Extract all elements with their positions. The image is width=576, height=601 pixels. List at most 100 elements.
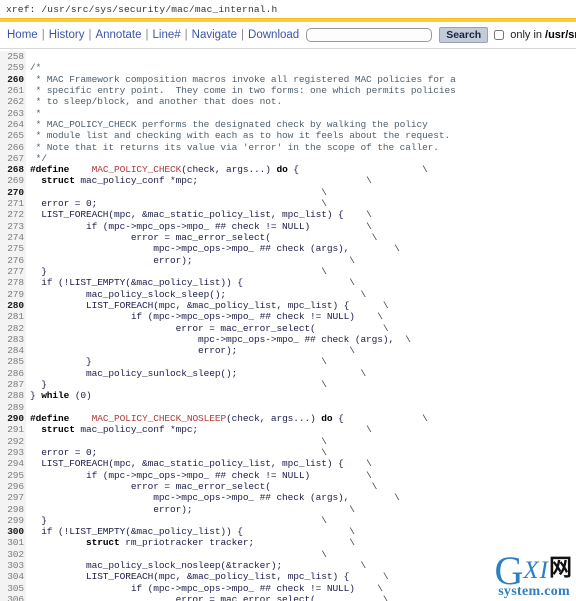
code-token-sym[interactable] xyxy=(92,356,322,367)
line-number[interactable]: 270 xyxy=(0,186,26,199)
line-number[interactable]: 287 xyxy=(0,379,26,391)
code-token-sym[interactable]: (check, args...) xyxy=(181,164,276,175)
code-token-sym[interactable] xyxy=(243,526,349,537)
code-token-sym[interactable]: error); xyxy=(30,504,192,515)
code-token-sym[interactable] xyxy=(271,481,372,492)
line-number[interactable]: 291 xyxy=(0,424,26,436)
code-token-sym[interactable] xyxy=(355,583,377,594)
line-number[interactable]: 264 xyxy=(0,118,26,131)
code-token-sym[interactable]: mac_policy_conf *mpc; xyxy=(75,175,198,186)
code-token-sym[interactable]: rm_priotracker tracker; xyxy=(120,537,254,548)
code-token-sym[interactable]: mpc->mpc_ops->mpo_ ## check (args), xyxy=(30,492,349,503)
code-token-sym[interactable] xyxy=(344,209,366,220)
menu-link-annotate[interactable]: Annotate xyxy=(94,29,142,41)
code-token-sym[interactable]: } xyxy=(30,515,47,526)
line-number[interactable]: 275 xyxy=(0,243,26,255)
code-token-sym[interactable] xyxy=(30,187,321,198)
code-token-sym[interactable]: { xyxy=(332,413,344,424)
code-token-sym[interactable] xyxy=(30,549,321,560)
line-number[interactable]: 297 xyxy=(0,492,26,504)
code-token-sym[interactable] xyxy=(254,537,349,548)
search-button[interactable]: Search xyxy=(439,27,489,43)
line-number[interactable]: 289 xyxy=(0,401,26,413)
code-token-sym[interactable] xyxy=(349,300,383,311)
line-number[interactable]: 262 xyxy=(0,96,26,108)
line-number[interactable]: 266 xyxy=(0,141,26,153)
line-number[interactable]: 285 xyxy=(0,356,26,368)
line-number[interactable]: 292 xyxy=(0,435,26,447)
line-number[interactable]: 282 xyxy=(0,322,26,334)
line-number[interactable]: 284 xyxy=(0,345,26,357)
menu-link-navigate[interactable]: Navigate xyxy=(191,29,238,41)
menu-link-line-number[interactable]: Line# xyxy=(152,29,182,41)
code-token-sym[interactable] xyxy=(271,232,372,243)
code-token-sym[interactable]: error = 0; xyxy=(30,447,97,458)
code-token-sym[interactable]: if (mpc->mpc_ops->mpo_ ## check != NULL) xyxy=(30,221,310,232)
code-token-sym[interactable]: mpc->mpc_ops->mpo_ ## check (args), xyxy=(30,243,349,254)
code-token-sym[interactable]: } xyxy=(30,379,47,390)
code-token-sym[interactable] xyxy=(237,368,360,379)
line-number[interactable]: 259 xyxy=(0,62,26,74)
code-token-sym[interactable] xyxy=(237,345,349,356)
code-token-sym[interactable]: if (mpc->mpc_ops->mpo_ ## check != NULL) xyxy=(30,583,355,594)
code-token-sym[interactable] xyxy=(30,175,41,186)
code-token-sym[interactable]: mac_policy_conf *mpc; xyxy=(75,424,198,435)
line-number[interactable]: 260 xyxy=(0,73,26,85)
code-token-sym[interactable] xyxy=(198,424,366,435)
code-token-sym[interactable] xyxy=(226,289,360,300)
code-token-sym[interactable] xyxy=(299,164,422,175)
code-token-sym[interactable] xyxy=(355,311,377,322)
code-token-sym[interactable]: error); xyxy=(30,255,192,266)
code-token-sym[interactable]: LIST_FOREACH(mpc, &mac_static_policy_lis… xyxy=(30,209,344,220)
line-number[interactable]: 304 xyxy=(0,571,26,583)
code-token-sym[interactable]: { xyxy=(288,164,299,175)
line-number[interactable]: 288 xyxy=(0,390,26,402)
code-token-sym[interactable]: mac_policy_slock_sleep(); xyxy=(30,289,226,300)
code-token-sym[interactable]: error = mac_error_select( xyxy=(30,232,271,243)
code-token-sym[interactable]: mac_policy_slock_nosleep(&tracker); xyxy=(30,560,282,571)
code-token-sym[interactable] xyxy=(47,515,321,526)
code-token-sym[interactable] xyxy=(349,243,394,254)
code-token-sym[interactable]: mac_policy_sunlock_sleep(); xyxy=(30,368,237,379)
source-code-viewer[interactable]: 258 259/* 260 * MAC Framework composition … xyxy=(0,49,576,601)
line-number[interactable]: 272 xyxy=(0,209,26,221)
code-token-sym[interactable]: } xyxy=(30,266,47,277)
line-number[interactable]: 267 xyxy=(0,152,26,165)
code-token-sym[interactable]: (check, args...) xyxy=(226,413,321,424)
code-token-sym[interactable]: LIST_FOREACH(mpc, &mac_static_policy_lis… xyxy=(30,458,344,469)
code-token-sym[interactable] xyxy=(243,277,349,288)
code-token-sym[interactable] xyxy=(344,413,422,424)
line-number[interactable]: 265 xyxy=(0,130,26,142)
line-number[interactable]: 277 xyxy=(0,265,26,278)
code-token-sym[interactable] xyxy=(316,323,383,334)
line-number[interactable]: 273 xyxy=(0,220,26,232)
line-number[interactable]: 283 xyxy=(0,333,26,346)
line-number[interactable]: 296 xyxy=(0,480,26,493)
line-number[interactable]: 274 xyxy=(0,232,26,244)
line-number[interactable]: 280 xyxy=(0,299,26,312)
line-number[interactable]: 302 xyxy=(0,548,26,561)
code-token-sym[interactable] xyxy=(310,470,366,481)
code-token-sym[interactable] xyxy=(30,436,321,447)
line-number[interactable]: 306 xyxy=(0,594,26,601)
code-token-sym[interactable] xyxy=(310,221,366,232)
code-token-sym[interactable]: if (mpc->mpc_ops->mpo_ ## check != NULL) xyxy=(30,311,355,322)
code-token-sym[interactable] xyxy=(192,504,349,515)
line-number[interactable]: 305 xyxy=(0,582,26,594)
only-in-checkbox[interactable] xyxy=(494,30,505,40)
code-token-sym[interactable] xyxy=(97,447,321,458)
code-token-sym[interactable] xyxy=(69,413,91,424)
menu-link-history[interactable]: History xyxy=(48,29,86,41)
line-number[interactable]: 278 xyxy=(0,277,26,289)
line-number[interactable]: 263 xyxy=(0,107,26,119)
code-token-sym[interactable]: error); xyxy=(30,345,237,356)
line-number[interactable]: 303 xyxy=(0,560,26,572)
code-token-sym[interactable]: (0) xyxy=(69,390,92,401)
line-number[interactable]: 269 xyxy=(0,175,26,187)
line-number[interactable]: 279 xyxy=(0,288,26,300)
line-number[interactable]: 286 xyxy=(0,367,26,380)
line-number[interactable]: 276 xyxy=(0,254,26,266)
code-token-sym[interactable]: mpc->mpc_ops->mpo_ ## check (args), xyxy=(30,334,394,345)
code-token-sym[interactable] xyxy=(30,537,86,548)
code-token-sym[interactable] xyxy=(198,175,366,186)
